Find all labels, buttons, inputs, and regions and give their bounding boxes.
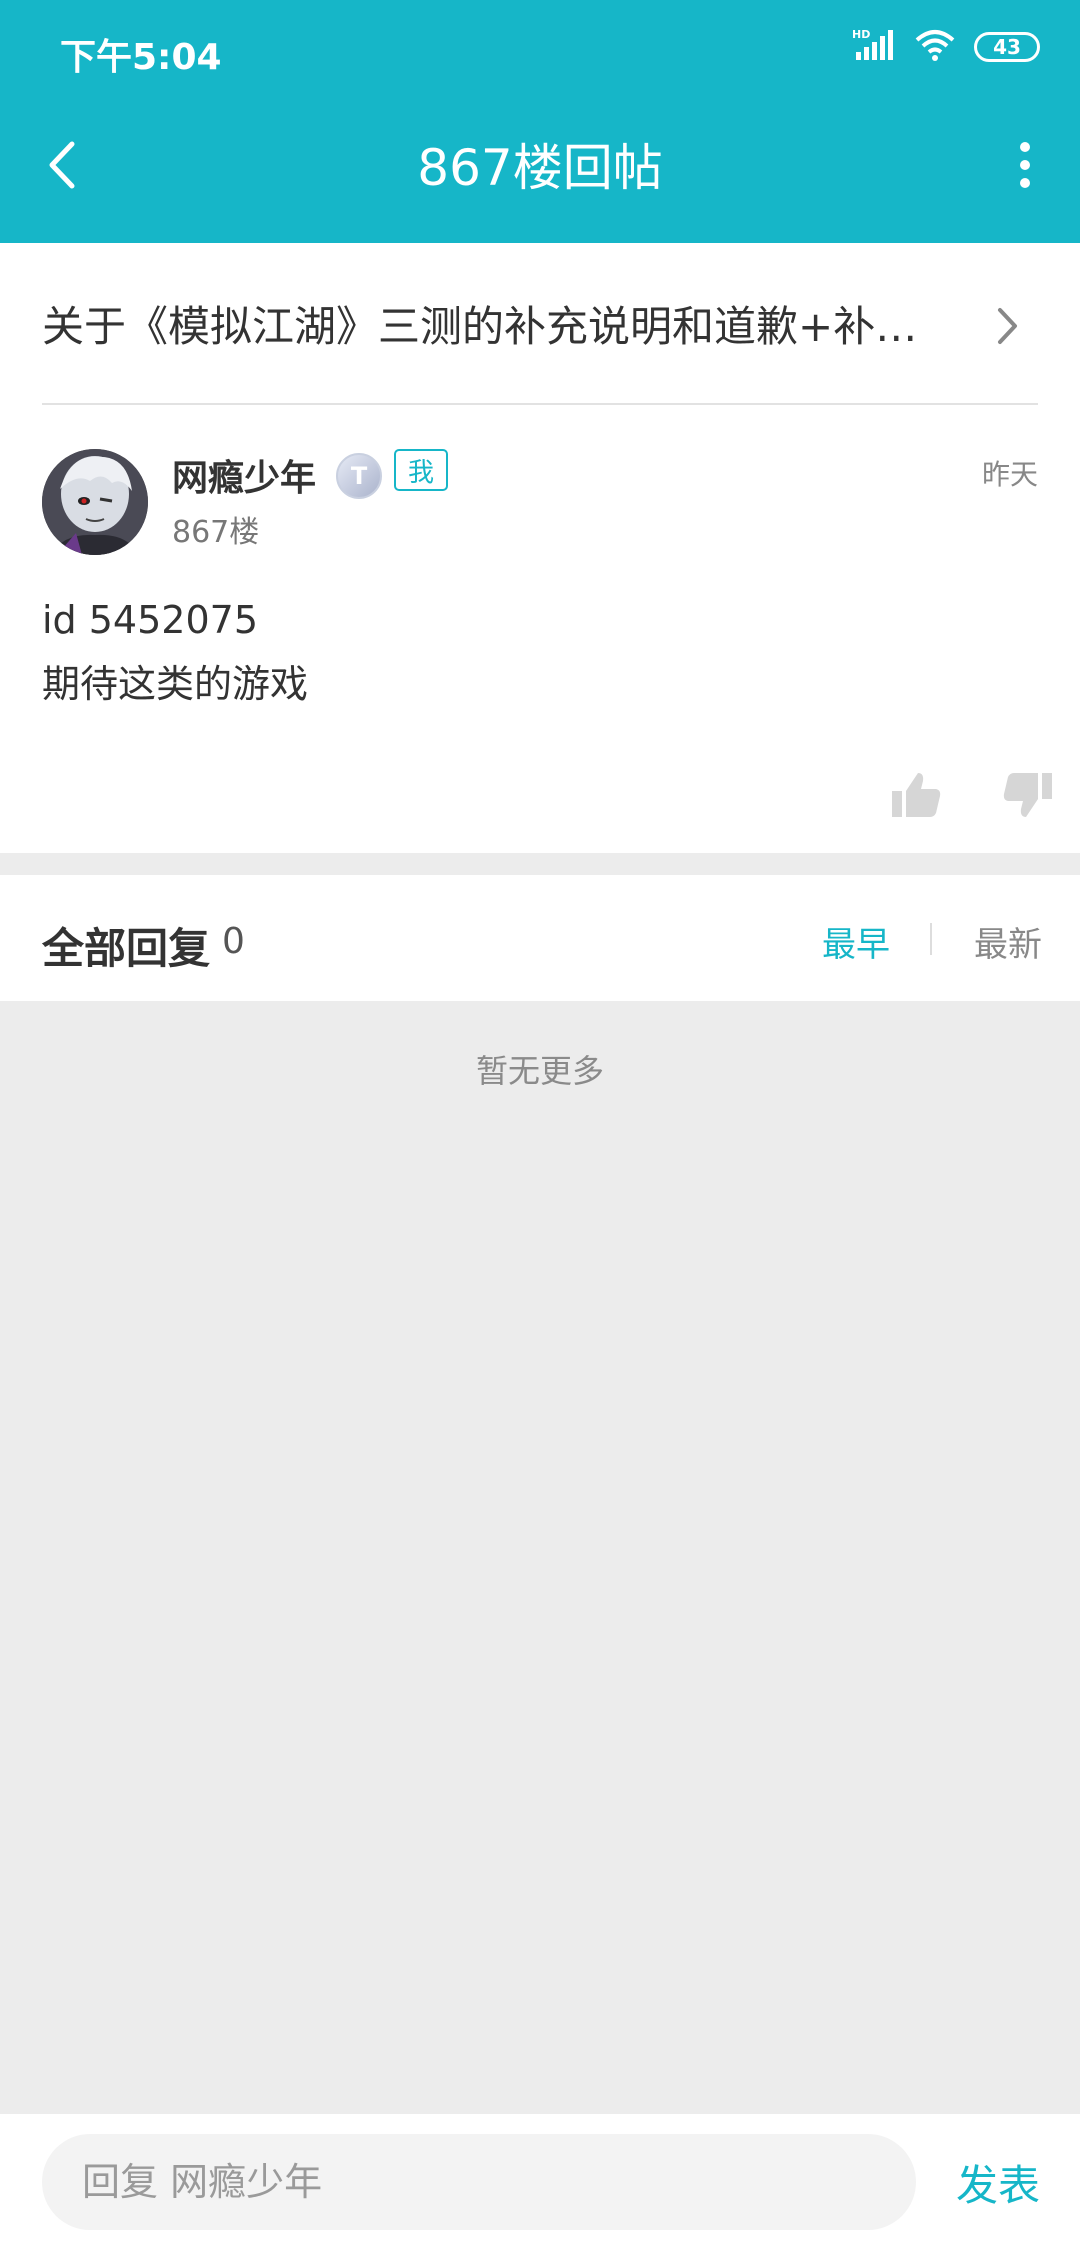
empty-state-text: 暂无更多 [475,1052,604,1090]
dislike-button[interactable] [1000,767,1056,823]
reply-input[interactable] [42,2134,916,2230]
like-button[interactable] [888,767,944,823]
me-badge: 我 [394,449,448,491]
chevron-right-icon [988,301,1028,351]
thread-link[interactable]: 关于《模拟江湖》三测的补充说明和道歉+补… [42,243,1038,405]
post-content-line: id 5452075 [42,598,258,642]
more-options-button[interactable] [1000,135,1050,195]
replies-count: 0 [222,921,245,962]
page-title: 867楼回帖 [417,139,663,197]
svg-text:HD: HD [852,28,870,41]
battery-icon: 43 [974,32,1040,62]
post-time: 昨天 [981,458,1038,491]
thread-title: 关于《模拟江湖》三测的补充说明和道歉+补… [42,302,918,351]
floor-number: 867楼 [172,515,260,550]
status-icons: HD 43 [852,28,1040,66]
sort-latest-tab[interactable]: 最新 [974,917,1042,966]
level-badge-icon: T [336,453,382,499]
post-area: 关于《模拟江湖》三测的补充说明和道歉+补… 网瘾少年 T 我 867楼 昨天 i… [0,243,1080,853]
signal-icon: HD [852,28,896,66]
more-dot-icon [1020,178,1030,188]
reply-bar: 发表 [0,2114,1080,2248]
username[interactable]: 网瘾少年 [172,449,316,501]
replies-header: 全部回复 0 最早 最新 [0,875,1080,1001]
status-time: 下午5:04 [60,37,222,78]
thumbs-up-icon [892,773,941,817]
post-content-line: 期待这类的游戏 [42,662,309,706]
send-button[interactable]: 发表 [956,2152,1040,2213]
sort-earliest-tab[interactable]: 最早 [822,917,890,966]
avatar[interactable] [42,449,148,555]
more-dot-icon [1020,142,1030,152]
app-header: 下午5:04 HD 43 867楼回帖 [0,0,1080,243]
sort-divider [930,923,932,955]
post-content: id 5452075 期待这类的游戏 [42,588,308,716]
replies-title: 全部回复 [42,924,211,973]
more-dot-icon [1020,160,1030,170]
wifi-icon [914,28,956,66]
thumbs-down-icon [1003,773,1052,817]
